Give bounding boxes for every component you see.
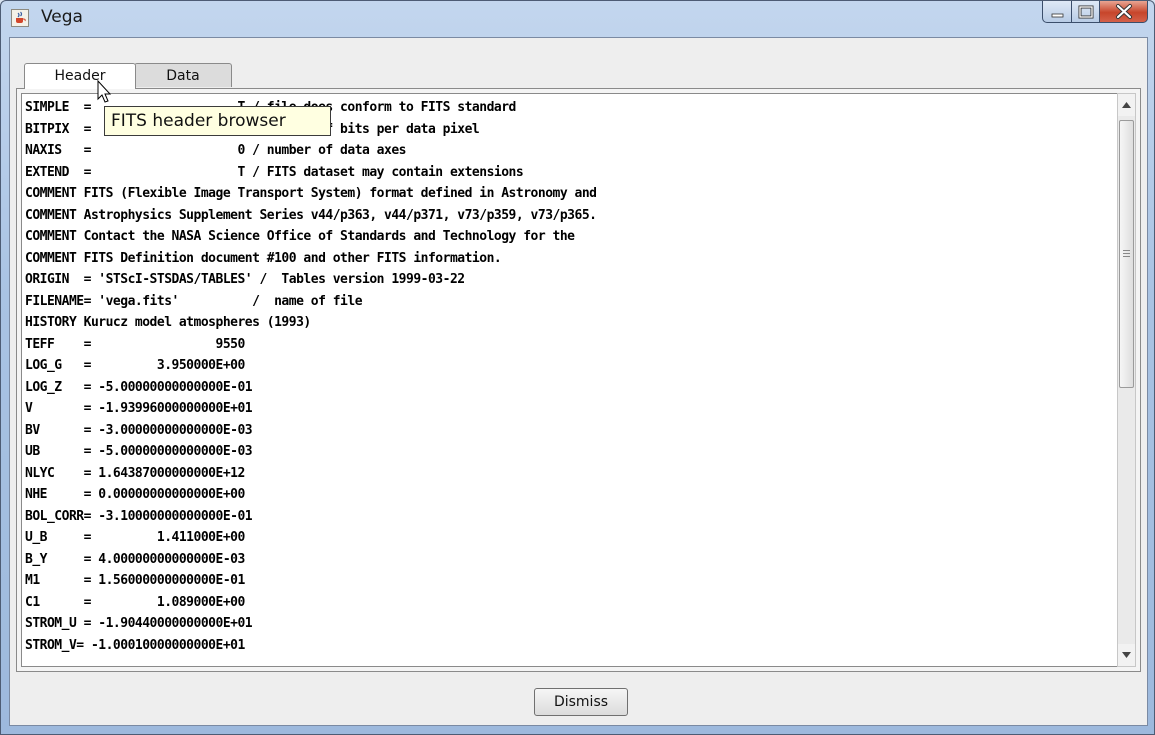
header-line: BV = -3.00000000000000E-03 (25, 422, 253, 438)
header-line: NAXIS = 0 / number of data axes (25, 143, 407, 158)
tooltip: FITS header browser (104, 106, 331, 136)
header-line: COMMENT FITS Definition document #100 an… (25, 250, 502, 266)
header-line: STROM_V= -1.00010000000000E+01 (25, 637, 245, 653)
dialog-content: Header Data SIMPLE = T / file does confo… (9, 37, 1148, 726)
header-line: LOG_G = 3.950000E+00 (25, 358, 245, 373)
close-button[interactable] (1100, 1, 1148, 23)
header-line: COMMENT FITS (Flexible Image Transport S… (25, 186, 597, 201)
header-line: EXTEND = T / FITS dataset may contain ex… (25, 164, 524, 180)
maximize-button[interactable] (1072, 1, 1100, 23)
title-bar[interactable]: Vega (1, 1, 1154, 37)
header-line: FILENAME= 'vega.fits' / name of file (25, 293, 363, 309)
header-line: COMMENT Contact the NASA Science Office … (25, 229, 575, 244)
grip-icon (1123, 250, 1130, 259)
scroll-up-button[interactable] (1118, 94, 1135, 116)
header-line: LOG_Z = -5.00000000000000E-01 (25, 379, 253, 395)
header-line: U_B = 1.411000E+00 (25, 530, 245, 545)
minimize-icon (1051, 13, 1064, 18)
dismiss-button[interactable]: Dismiss (534, 688, 628, 716)
header-line: TEFF = 9550 (25, 336, 245, 352)
mouse-pointer-icon (97, 80, 112, 103)
arrow-up-icon (1122, 102, 1131, 108)
header-line: C1 = 1.089000E+00 (25, 594, 245, 610)
header-line: ORIGIN = 'STScI-STSDAS/TABLES' / Tables … (25, 272, 465, 287)
header-line: STROM_U = -1.90440000000000E+01 (25, 616, 253, 631)
minimize-button[interactable] (1042, 1, 1072, 23)
header-tab-panel: SIMPLE = T / file does conform to FITS s… (16, 88, 1141, 672)
header-line: M1 = 1.56000000000000E-01 (25, 573, 245, 588)
header-line: NLYC = 1.64387000000000E+12 (25, 465, 245, 481)
tab-header[interactable]: Header (24, 63, 136, 89)
vertical-scrollbar[interactable] (1117, 93, 1136, 667)
header-line: V = -1.93996000000000E+01 (25, 401, 253, 416)
header-line: COMMENT Astrophysics Supplement Series v… (25, 207, 597, 223)
fits-header-text-area[interactable]: SIMPLE = T / file does conform to FITS s… (21, 93, 1120, 667)
scroll-down-button[interactable] (1118, 644, 1135, 666)
fits-header-lines: SIMPLE = T / file does conform to FITS s… (25, 97, 597, 656)
arrow-down-icon (1122, 652, 1131, 658)
maximize-icon (1078, 5, 1094, 19)
header-line: B_Y = 4.00000000000000E-03 (25, 551, 245, 567)
window-title: Vega (41, 7, 83, 27)
header-line: NHE = 0.00000000000000E+00 (25, 487, 245, 502)
close-icon (1116, 4, 1132, 19)
java-cup-icon[interactable] (11, 9, 29, 27)
tab-data[interactable]: Data (134, 63, 232, 87)
caption-buttons (1042, 1, 1148, 23)
scrollbar-thumb[interactable] (1119, 120, 1134, 388)
header-line: UB = -5.00000000000000E-03 (25, 444, 253, 459)
button-bar: Dismiss (10, 678, 1147, 726)
header-line: HISTORY Kurucz model atmospheres (1993) (25, 315, 311, 330)
header-line: BOL_CORR= -3.10000000000000E-01 (25, 508, 253, 524)
